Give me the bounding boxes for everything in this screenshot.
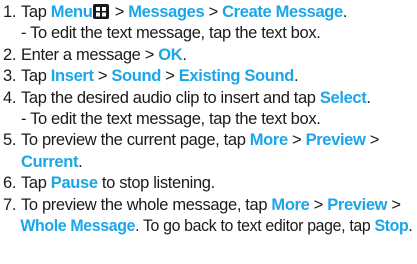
ui-term: Create Message [222,3,343,21]
step-subline: - To edit the text message, tap the text… [3,109,321,129]
instruction-text: Enter a message > [21,45,159,64]
step-line: 5. To preview the current page, tap More … [3,130,379,150]
step-number: 5. [3,131,17,150]
instruction-text: . [342,3,348,21]
step-number: 4. [3,88,17,107]
instruction-text: Tap [21,3,51,21]
menu-grid-icon [93,4,110,19]
instruction-text: > [287,131,306,150]
ui-term: Existing Sound [178,67,295,86]
step-line: 3. Tap Insert > Sound > Existing Sound. [3,66,299,86]
ui-term: Messages [128,3,205,21]
instruction-text: > [110,3,129,21]
instruction-text: > [93,67,112,86]
instruction-list: 1. Tap Menu > Messages > Create Message. -… [0,0,417,264]
instruction-text: Tap [21,67,51,86]
instruction-text: To preview the current page, tap [21,131,250,150]
step-subline: Whole Message. To go back to text editor… [3,216,413,236]
instruction-text: Tap [21,174,51,193]
ui-term: Preview [305,131,366,150]
instruction-text: . [366,88,371,107]
step-line: 6. Tap Pause to stop listening. [3,173,215,193]
instruction-text: > [160,67,179,86]
ui-term: More [249,131,288,150]
instruction-text: . To go back to text editor page, tap [135,217,375,235]
instruction-text: - To edit the text message, tap the text… [21,110,321,128]
step-line: 1. Tap Menu > Messages > Create Message. [3,2,347,22]
step-number: 3. [3,67,17,86]
ui-term: Preview [327,195,388,214]
instruction-text: . [408,217,413,235]
ui-term: More [271,195,310,214]
step-subline: - To edit the text message, tap the text… [3,23,321,43]
ui-term: Menu [50,3,93,21]
step-number: 1. [3,3,17,21]
step-line: 4. Tap the desired audio clip to insert a… [3,88,371,108]
ui-term: Sound [111,67,161,86]
ui-term: Select [319,88,367,107]
step-number: 2. [3,45,17,64]
step-subline: Current. [3,152,83,172]
step-number: 7. [3,195,17,214]
instruction-text: > [204,3,223,21]
instruction-text: to stop listening. [97,174,215,193]
instruction-text: > [365,131,380,150]
step-line: 2. Enter a message > OK. [3,45,187,65]
instruction-text: - To edit the text message, tap the text… [21,24,321,43]
ui-term: Whole Message [20,217,136,235]
instruction-text: > [387,195,401,214]
instruction-text: Tap the desired audio clip to insert and… [21,88,320,107]
step-line: 7. To preview the whole message, tap More… [3,195,401,215]
instruction-text: . [182,45,187,64]
instruction-text: . [78,152,83,171]
step-number: 6. [3,174,17,193]
ui-term: Pause [50,174,98,193]
ui-term: Stop [374,217,409,235]
ui-term: Current [21,152,79,171]
instruction-text: . [293,67,299,86]
instruction-text: > [309,195,328,214]
ui-term: OK [158,45,183,64]
ui-term: Insert [50,67,94,86]
instruction-text: To preview the whole message, tap [21,195,272,214]
